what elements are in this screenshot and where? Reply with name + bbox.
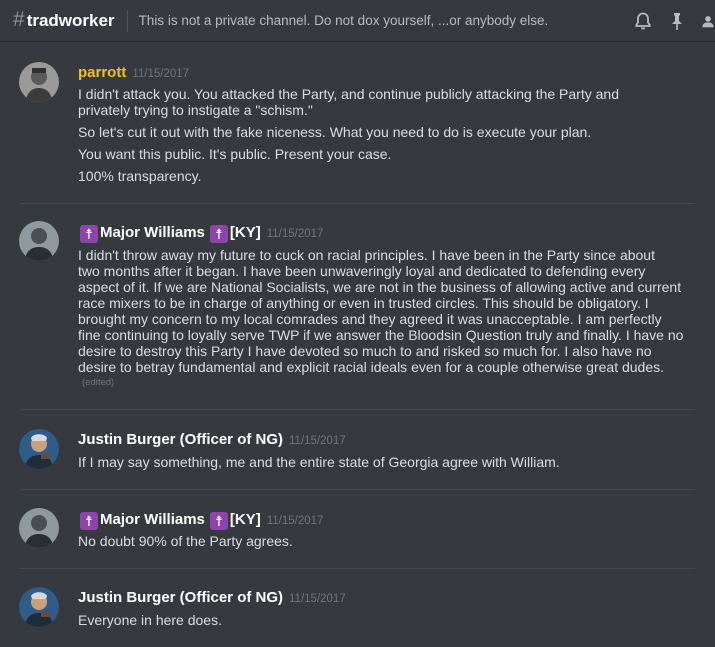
- message-text: brought my concern to my local comrades …: [78, 311, 662, 327]
- header-divider: [126, 9, 128, 32]
- avatar-major-williams-image: [19, 221, 59, 261]
- avatar-major-williams-image: [19, 508, 59, 548]
- header-toolbar: [633, 0, 715, 42]
- author-line: Justin Burger (Officer of NG) 11/15/2017: [78, 589, 346, 606]
- message-text: You want this public. It's public. Prese…: [78, 146, 392, 162]
- author-line: ☨ Major Williams ☨ [KY] 11/15/2017: [78, 223, 324, 243]
- author-line: parrott 11/15/2017: [78, 64, 189, 81]
- author-line: Justin Burger (Officer of NG) 11/15/2017: [78, 431, 346, 448]
- author-tag[interactable]: [KY]: [230, 511, 261, 528]
- author-name[interactable]: Major Williams: [100, 224, 205, 241]
- message-text: Everyone in here does.: [78, 612, 222, 628]
- avatar[interactable]: [19, 62, 59, 102]
- avatar[interactable]: [19, 429, 59, 469]
- avatar-justin-burger-image: [19, 587, 59, 627]
- author-name[interactable]: Major Williams: [100, 511, 205, 528]
- bell-icon[interactable]: [633, 11, 653, 31]
- author-line: ☨ Major Williams ☨ [KY] 11/15/2017: [78, 510, 324, 530]
- timestamp: 11/15/2017: [132, 68, 190, 80]
- message-divider: [20, 409, 695, 410]
- timestamp: 11/15/2017: [266, 515, 324, 527]
- message-text: desire to destroy this Party I have devo…: [78, 343, 652, 359]
- cross-emoji-icon: ☨: [209, 512, 228, 530]
- cross-emoji-icon: ☨: [80, 225, 98, 243]
- channel-hash-icon: #: [13, 7, 25, 31]
- cross-emoji-icon: ☨: [209, 225, 228, 243]
- message-text: I didn't attack you. You attacked the Pa…: [78, 86, 619, 102]
- timestamp: 11/15/2017: [289, 435, 346, 447]
- message-text: 100% transparency.: [78, 168, 202, 184]
- message-text: I didn't throw away my future to cuck on…: [78, 247, 655, 263]
- members-icon[interactable]: [701, 11, 715, 31]
- timestamp: 11/15/2017: [289, 593, 346, 605]
- avatar-parrott-image: [19, 62, 59, 102]
- author-name[interactable]: Justin Burger (Officer of NG): [78, 431, 283, 448]
- message-text: So let's cut it out with the fake nicene…: [78, 124, 592, 140]
- timestamp: 11/15/2017: [266, 228, 324, 240]
- message-text: privately trying to instigate a "schism.…: [78, 102, 313, 118]
- avatar-justin-burger-image: [19, 429, 59, 469]
- message-text: If I may say something, me and the entir…: [78, 454, 560, 470]
- message-divider: [20, 568, 695, 569]
- message-text: fine continuing to loyally serve TWP if …: [78, 327, 684, 343]
- cross-emoji-icon: ☨: [80, 512, 98, 530]
- pin-icon[interactable]: [667, 11, 687, 31]
- channel-header: # tradworker This is not a private chann…: [0, 0, 715, 42]
- author-name[interactable]: Justin Burger (Officer of NG): [78, 589, 283, 606]
- message-divider: [20, 203, 695, 204]
- edited-label: (edited): [82, 377, 115, 388]
- channel-topic[interactable]: This is not a private channel. Do not do…: [139, 13, 549, 28]
- message-text: desire to betray fundamental and explici…: [78, 359, 665, 375]
- message-text: No doubt 90% of the Party agrees.: [78, 533, 293, 549]
- message-divider: [20, 489, 695, 490]
- message-text: race mixers to be in charge of anything …: [78, 295, 649, 311]
- author-name[interactable]: parrott: [78, 64, 126, 81]
- author-tag[interactable]: [KY]: [230, 224, 261, 241]
- channel-name[interactable]: tradworker: [27, 11, 115, 31]
- message-text: two months after it began. I have been u…: [78, 263, 646, 279]
- avatar[interactable]: [19, 221, 59, 261]
- avatar[interactable]: [19, 508, 59, 548]
- message-text: aspect of it. If we are National Sociali…: [78, 279, 682, 295]
- avatar[interactable]: [19, 587, 59, 627]
